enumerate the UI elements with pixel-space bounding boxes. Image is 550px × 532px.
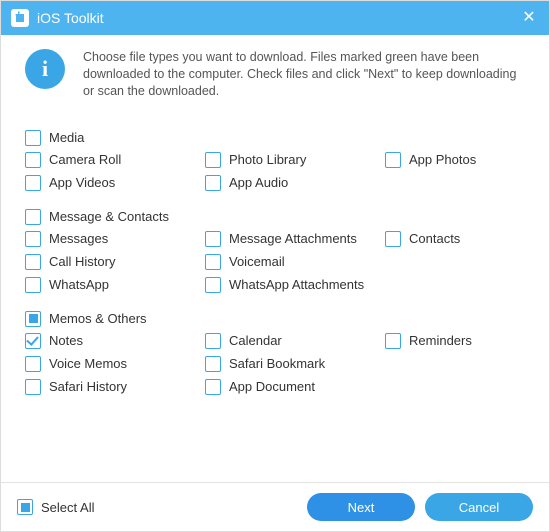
- section-grid-memos-others: Notes Calendar Reminders Voice Memos Safari …: [25, 333, 525, 395]
- item-calendar[interactable]: Calendar: [205, 333, 385, 349]
- section-label-message-contacts: Message & Contacts: [49, 209, 169, 224]
- label-call-history: Call History: [49, 254, 115, 269]
- checkbox-voice-memos[interactable]: [25, 356, 41, 372]
- select-all[interactable]: Select All: [17, 499, 94, 515]
- section-media: Media Camera Roll Photo Library App Photos A…: [25, 130, 525, 191]
- checkbox-notes[interactable]: [25, 333, 41, 349]
- checkbox-call-history[interactable]: [25, 254, 41, 270]
- item-notes[interactable]: Notes: [25, 333, 205, 349]
- checkbox-voicemail[interactable]: [205, 254, 221, 270]
- section-grid-message-contacts: Messages Message Attachments Contacts Call …: [25, 231, 525, 293]
- select-all-checkbox[interactable]: [17, 499, 33, 515]
- section-checkbox-memos-others[interactable]: [25, 311, 41, 327]
- intro-text: Choose file types you want to download. …: [83, 49, 525, 100]
- close-icon[interactable]: ✕: [517, 10, 541, 26]
- section-header-message-contacts[interactable]: Message & Contacts: [25, 209, 525, 225]
- label-whatsapp: WhatsApp: [49, 277, 109, 292]
- item-message-attachments[interactable]: Message Attachments: [205, 231, 385, 247]
- label-reminders: Reminders: [409, 333, 472, 348]
- item-app-photos[interactable]: App Photos: [385, 152, 525, 168]
- checkbox-message-attachments[interactable]: [205, 231, 221, 247]
- item-safari-history[interactable]: Safari History: [25, 379, 205, 395]
- titlebar: iOS Toolkit ✕: [1, 1, 549, 35]
- section-label-memos-others: Memos & Others: [49, 311, 147, 326]
- checkbox-photo-library[interactable]: [205, 152, 221, 168]
- checkbox-safari-history[interactable]: [25, 379, 41, 395]
- section-label-media: Media: [49, 130, 84, 145]
- item-call-history[interactable]: Call History: [25, 254, 205, 270]
- item-safari-bookmark[interactable]: Safari Bookmark: [205, 356, 385, 372]
- window-title: iOS Toolkit: [37, 10, 517, 26]
- label-voice-memos: Voice Memos: [49, 356, 127, 371]
- item-messages[interactable]: Messages: [25, 231, 205, 247]
- checkbox-whatsapp[interactable]: [25, 277, 41, 293]
- label-photo-library: Photo Library: [229, 152, 306, 167]
- item-voicemail[interactable]: Voicemail: [205, 254, 385, 270]
- label-messages: Messages: [49, 231, 108, 246]
- cancel-button[interactable]: Cancel: [425, 493, 533, 521]
- checkbox-app-audio[interactable]: [205, 175, 221, 191]
- label-app-videos: App Videos: [49, 175, 115, 190]
- label-camera-roll: Camera Roll: [49, 152, 121, 167]
- checkbox-calendar[interactable]: [205, 333, 221, 349]
- checkbox-reminders[interactable]: [385, 333, 401, 349]
- item-whatsapp[interactable]: WhatsApp: [25, 277, 205, 293]
- item-voice-memos[interactable]: Voice Memos: [25, 356, 205, 372]
- footer: Select All Next Cancel: [1, 482, 549, 531]
- item-contacts[interactable]: Contacts: [385, 231, 525, 247]
- label-notes: Notes: [49, 333, 83, 348]
- section-grid-media: Camera Roll Photo Library App Photos App Vi…: [25, 152, 525, 191]
- label-calendar: Calendar: [229, 333, 282, 348]
- item-photo-library[interactable]: Photo Library: [205, 152, 385, 168]
- item-app-audio[interactable]: App Audio: [205, 175, 385, 191]
- item-app-videos[interactable]: App Videos: [25, 175, 205, 191]
- next-button[interactable]: Next: [307, 493, 415, 521]
- intro: i Choose file types you want to download…: [25, 49, 525, 100]
- label-whatsapp-attachments: WhatsApp Attachments: [229, 277, 364, 292]
- label-contacts: Contacts: [409, 231, 460, 246]
- label-app-photos: App Photos: [409, 152, 476, 167]
- item-reminders[interactable]: Reminders: [385, 333, 525, 349]
- checkbox-messages[interactable]: [25, 231, 41, 247]
- item-app-document[interactable]: App Document: [205, 379, 385, 395]
- item-whatsapp-attachments[interactable]: WhatsApp Attachments: [205, 277, 385, 293]
- label-message-attachments: Message Attachments: [229, 231, 357, 246]
- body: i Choose file types you want to download…: [1, 35, 549, 482]
- section-header-memos-others[interactable]: Memos & Others: [25, 311, 525, 327]
- checkbox-whatsapp-attachments[interactable]: [205, 277, 221, 293]
- label-app-document: App Document: [229, 379, 315, 394]
- select-all-label: Select All: [41, 500, 94, 515]
- item-camera-roll[interactable]: Camera Roll: [25, 152, 205, 168]
- section-checkbox-message-contacts[interactable]: [25, 209, 41, 225]
- checkbox-app-photos[interactable]: [385, 152, 401, 168]
- checkbox-app-videos[interactable]: [25, 175, 41, 191]
- section-header-media[interactable]: Media: [25, 130, 525, 146]
- checkbox-app-document[interactable]: [205, 379, 221, 395]
- info-icon: i: [25, 49, 65, 89]
- checkbox-camera-roll[interactable]: [25, 152, 41, 168]
- section-memos-others: Memos & Others Notes Calendar Reminders Voic…: [25, 311, 525, 395]
- section-checkbox-media[interactable]: [25, 130, 41, 146]
- label-safari-bookmark: Safari Bookmark: [229, 356, 325, 371]
- sections: Media Camera Roll Photo Library App Photos A…: [25, 130, 525, 395]
- label-voicemail: Voicemail: [229, 254, 285, 269]
- checkbox-contacts[interactable]: [385, 231, 401, 247]
- window: iOS Toolkit ✕ i Choose file types you wa…: [0, 0, 550, 532]
- app-logo-icon: [11, 9, 29, 27]
- label-app-audio: App Audio: [229, 175, 288, 190]
- section-message-contacts: Message & Contacts Messages Message Attach…: [25, 209, 525, 293]
- label-safari-history: Safari History: [49, 379, 127, 394]
- checkbox-safari-bookmark[interactable]: [205, 356, 221, 372]
